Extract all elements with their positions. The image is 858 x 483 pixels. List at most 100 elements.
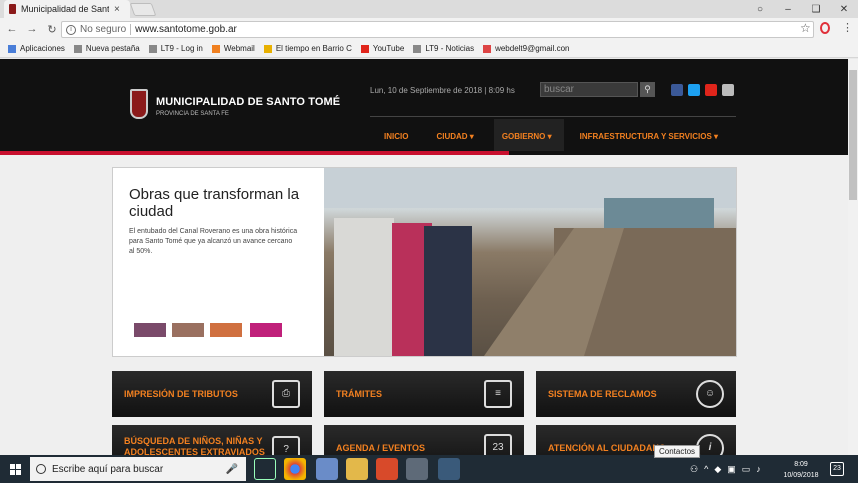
volume-icon[interactable]: ♪ [756,464,761,474]
nav-item-inicio[interactable]: INICIO [370,132,422,141]
bookmark-icon [360,44,369,53]
municipal-shield-icon[interactable] [130,89,148,119]
slide-title[interactable]: Obras que transforman la ciudad [129,186,319,220]
opera-extension-icon[interactable] [820,22,830,34]
tile-atencion[interactable]: ATENCIÓN AL CIUDADANO i [536,425,736,455]
site-search-input[interactable]: buscar [540,82,638,97]
tile-impresion-tributos[interactable]: IMPRESIÓN DE TRIBUTOS ⎙ [112,371,312,417]
tile-agenda[interactable]: AGENDA / EVENTOS 23 [324,425,524,455]
slide-thumbnail[interactable] [172,323,204,337]
tile-label: BÚSQUEDA DE NIÑOS, NIÑAS Y ADOLESCENTES … [124,436,265,455]
photo-scene [324,168,736,356]
bookmark-item[interactable]: YouTube [360,44,404,53]
chrome-icon[interactable] [284,458,306,480]
bookmark-icon [413,44,422,53]
header-accent-line [0,151,848,155]
bookmark-label: El tiempo en Barrio C [275,44,352,53]
network-icon[interactable]: ▭ [742,464,751,475]
nav-divider [370,116,736,117]
question-person-icon: ? [272,436,300,455]
task-view-icon[interactable] [254,458,276,480]
tab-title: Municipalidad de Santo T [21,4,109,14]
account-icon[interactable]: ○ [746,4,774,15]
bookmark-item[interactable]: LT9 - Noticias [413,44,474,53]
people-icon[interactable]: ⚇ [690,464,698,475]
address-bar[interactable]: i No seguro www.santotome.gob.ar [61,21,814,38]
new-tab-button[interactable] [129,3,157,16]
app-tray-icon[interactable]: ▣ [727,464,736,475]
app-icon[interactable] [316,458,338,480]
site-favicon-icon [9,4,16,14]
bookmark-star-icon[interactable]: ☆ [800,21,811,35]
menu-icon[interactable]: ⋮ [842,21,853,34]
web-page: MUNICIPALIDAD DE SANTO TOMÉ PROVINCIA DE… [0,59,848,455]
bookmark-icon [263,44,272,53]
minimize-button[interactable]: – [774,4,802,15]
url-text[interactable]: www.santotome.gob.ar [135,24,237,35]
site-title[interactable]: MUNICIPALIDAD DE SANTO TOMÉ [156,96,340,108]
info-icon[interactable]: i [66,24,76,35]
search-icon[interactable]: ⚲ [640,82,655,97]
tile-reclamos[interactable]: SISTEMA DE RECLAMOS ☺ [536,371,736,417]
close-window-button[interactable]: ✕ [830,4,858,15]
app-icon[interactable] [406,458,428,480]
bookmark-icon [211,44,220,53]
app-icon[interactable] [376,458,398,480]
bookmark-icon [8,44,16,53]
nav-item-infraestructura[interactable]: INFRAESTRUCTURA Y SERVICIOS ▾ [566,132,732,141]
taskbar-search[interactable]: Escribe aquí para buscar 🎤 [30,457,246,481]
bookmark-item[interactable]: webdelt9@gmail.con [483,44,569,53]
bookmark-item[interactable]: Aplicaciones [8,44,65,53]
main-nav: INICIO CIUDAD ▾ GOBIERNO ▾ INFRAESTRUCTU… [370,126,732,146]
tile-label: AGENDA / EVENTOS [336,442,426,453]
tile-tramites[interactable]: TRÁMITES ≡ [324,371,524,417]
facebook-icon[interactable] [671,84,683,96]
clock-time: 8:09 [794,461,808,468]
dropbox-icon[interactable]: ◆ [714,464,721,475]
twitter-icon[interactable] [688,84,700,96]
close-tab-icon[interactable]: × [114,4,120,15]
bookmark-label: Webmail [223,44,255,53]
forward-icon[interactable]: → [24,23,40,35]
slide-thumbnail[interactable] [134,323,166,337]
notification-center-icon[interactable]: 23 [830,462,844,476]
slide-photo[interactable] [324,168,736,356]
window-controls: ○ – ❑ ✕ [746,0,858,18]
taskbar-search-placeholder: Escribe aquí para buscar [52,463,164,475]
security-label: No seguro [80,24,127,35]
nav-item-ciudad[interactable]: CIUDAD ▾ [422,132,487,141]
clock[interactable]: 8:09 10/09/2018 [778,459,824,481]
scrollbar-thumb[interactable] [849,70,857,200]
reload-icon[interactable]: ↻ [44,23,60,36]
chevron-up-icon[interactable]: ^ [704,464,708,474]
app-icon[interactable] [438,458,460,480]
slide-thumbnail[interactable] [250,323,282,337]
maximize-button[interactable]: ❑ [802,4,830,15]
back-icon[interactable]: ← [4,23,20,35]
microphone-icon[interactable]: 🎤 [226,464,238,475]
mail-icon[interactable] [722,84,734,96]
printer-icon: ⎙ [272,380,300,408]
site-subtitle: PROVINCIA DE SANTA FE [156,111,229,117]
bookmark-item[interactable]: Webmail [211,44,255,53]
system-tray: ⚇ ^ ◆ ▣ ▭ ♪ [690,457,761,481]
bookmark-label: Nueva pestaña [85,44,140,53]
slide-thumbnail[interactable] [210,323,242,337]
bookmark-icon [148,44,157,53]
windows-logo-icon[interactable] [10,464,21,475]
youtube-icon[interactable] [705,84,717,96]
calendar-icon: 23 [484,434,512,455]
face-icon: ☺ [696,380,724,408]
file-explorer-icon[interactable] [346,458,368,480]
browser-tab[interactable]: Municipalidad de Santo T × [4,0,130,18]
cortana-icon [36,464,46,474]
bookmark-item[interactable]: LT9 - Log in [148,44,203,53]
bookmark-label: LT9 - Noticias [425,44,475,53]
current-date: Lun, 10 de Septiembre de 2018 | 8:09 hs [370,86,515,95]
bookmark-icon [73,44,82,53]
bookmark-item[interactable]: Nueva pestaña [73,44,140,53]
bookmark-label: LT9 - Log in [160,44,203,53]
bookmark-item[interactable]: El tiempo en Barrio C [263,44,352,53]
tile-busqueda-ninos[interactable]: BÚSQUEDA DE NIÑOS, NIÑAS Y ADOLESCENTES … [112,425,312,455]
nav-item-gobierno[interactable]: GOBIERNO ▾ [488,132,566,141]
